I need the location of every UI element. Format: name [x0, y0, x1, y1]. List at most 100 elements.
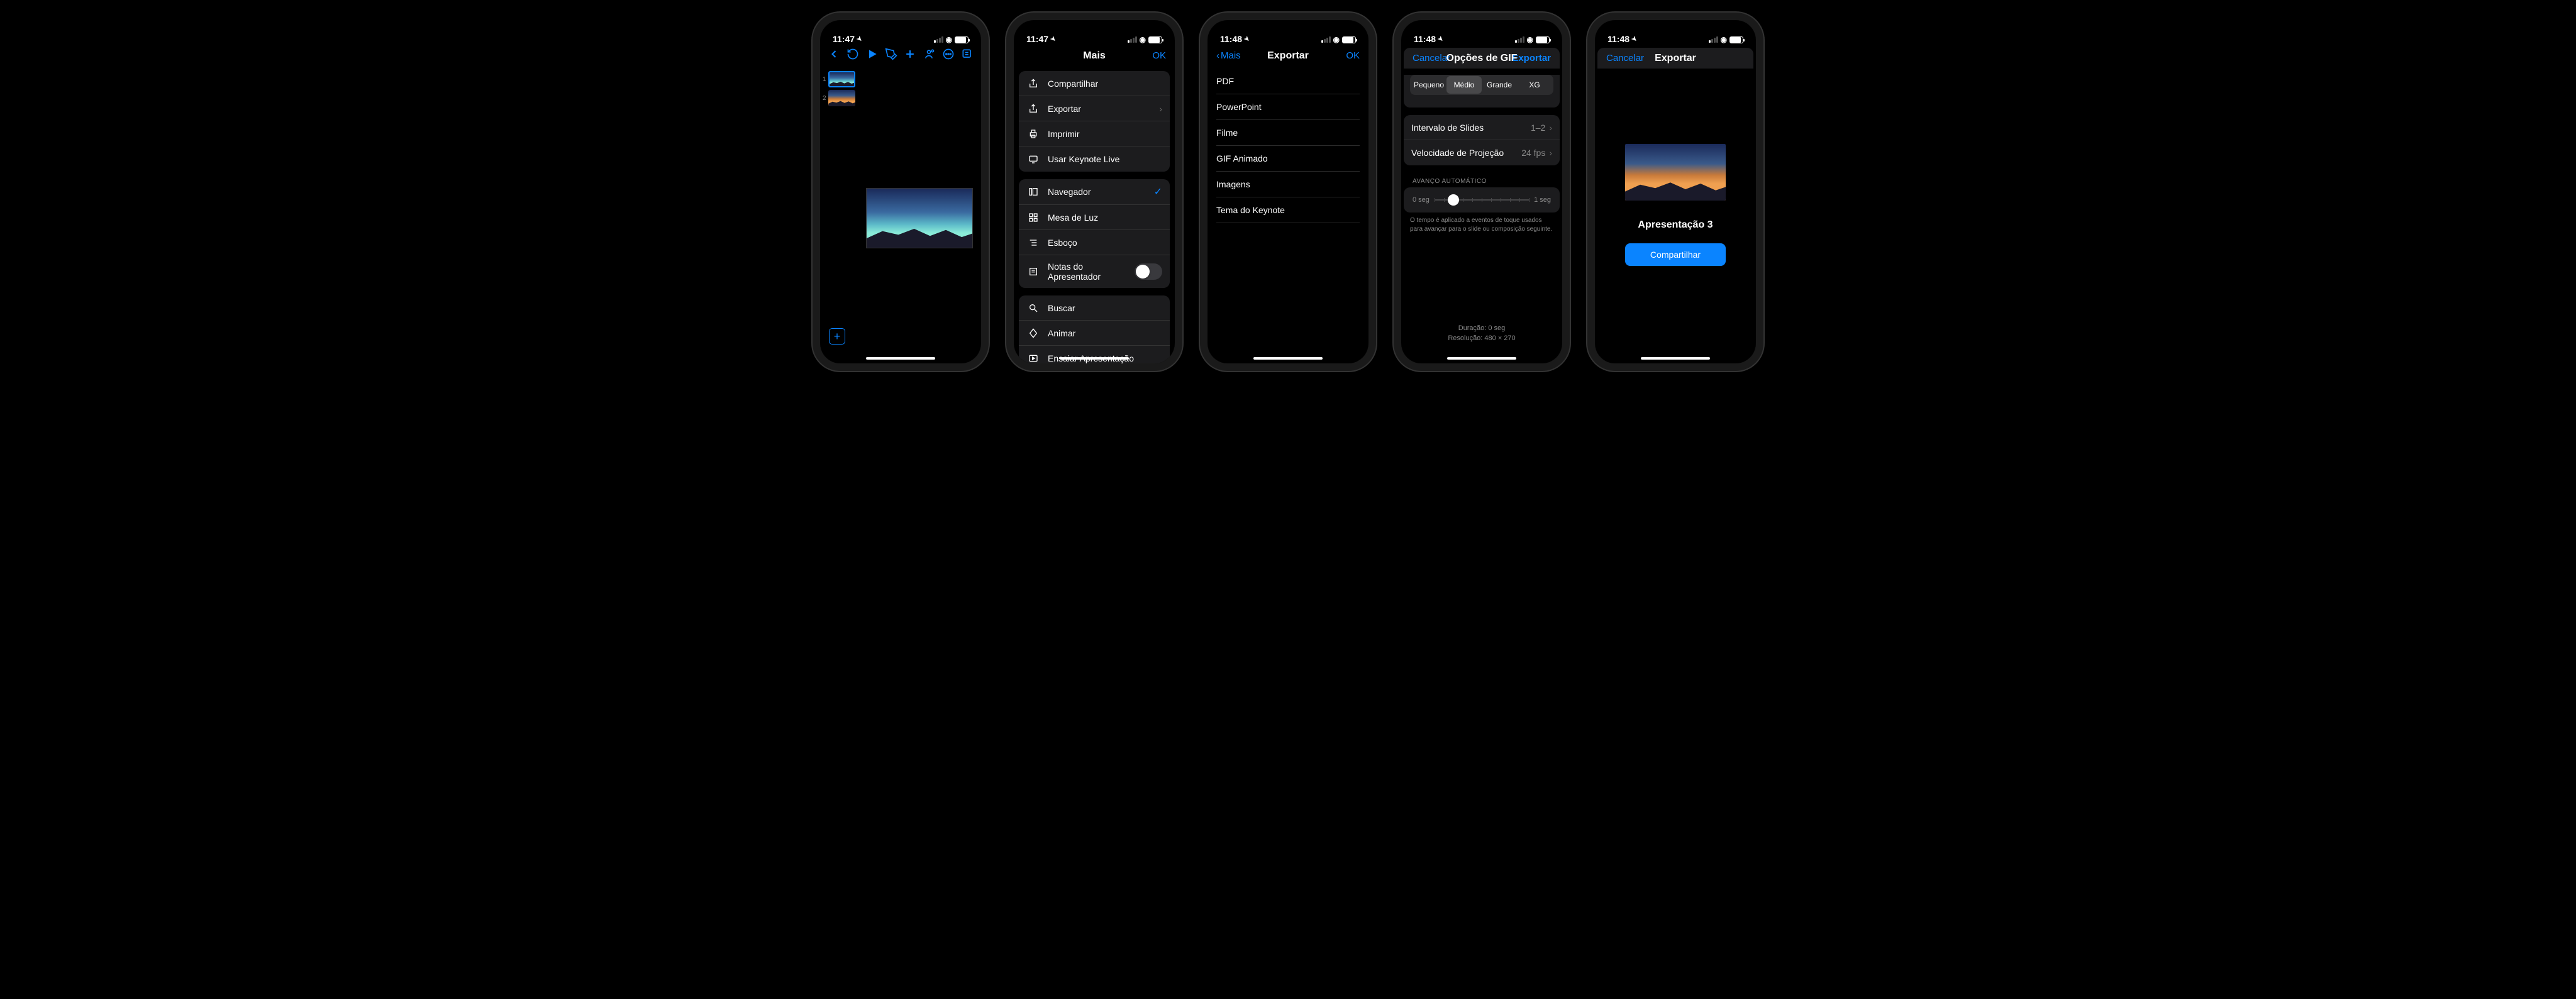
wifi-icon: ◉ [1721, 35, 1727, 44]
slide-navigator: 1 2 [820, 69, 858, 363]
location-icon: ➤ [1629, 35, 1638, 43]
chevron-left-icon: ‹ [1216, 50, 1219, 61]
search-row[interactable]: Buscar [1019, 295, 1170, 321]
frame-rate-row[interactable]: Velocidade de Projeção24 fps› [1404, 140, 1560, 165]
battery-icon [1342, 36, 1356, 43]
add-icon[interactable] [904, 48, 916, 63]
animate-row[interactable]: Animar [1019, 321, 1170, 346]
nav-title: Mais [1083, 50, 1106, 62]
signal-icon [934, 36, 943, 43]
slide-thumb-1[interactable]: 1 [823, 71, 855, 87]
home-indicator[interactable] [1641, 357, 1710, 360]
slide-range-row[interactable]: Intervalo de Slides1–2› [1404, 115, 1560, 140]
animate-icon [1026, 328, 1040, 338]
nav-title: Opções de GIF [1446, 53, 1518, 64]
add-slide-button[interactable]: + [829, 328, 845, 345]
size-xl[interactable]: XG [1517, 76, 1552, 94]
wifi-icon: ◉ [1140, 35, 1146, 44]
editor-toolbar [820, 45, 981, 69]
outline-row[interactable]: Esboço [1019, 230, 1170, 255]
size-medium[interactable]: Médio [1446, 76, 1482, 94]
nav-bar: ‹Mais Exportar OK [1208, 45, 1368, 66]
home-indicator[interactable] [1253, 357, 1323, 360]
signal-icon [1515, 36, 1524, 43]
export-pdf[interactable]: PDF [1216, 69, 1360, 94]
presenter-icon[interactable] [961, 48, 974, 63]
resolution-text: Resolução: 480 × 270 [1401, 334, 1562, 342]
share-icon [1026, 79, 1040, 89]
size-large[interactable]: Grande [1482, 76, 1517, 94]
notch [860, 20, 941, 35]
print-icon [1026, 129, 1040, 139]
phone-export-list: 11:48➤ ◉ ‹Mais Exportar OK PDF PowerPoin… [1200, 13, 1376, 371]
export-row[interactable]: Exportar› [1019, 96, 1170, 121]
undo-icon[interactable] [847, 48, 859, 63]
export-button[interactable]: Exportar [1512, 53, 1551, 63]
home-indicator[interactable] [866, 357, 935, 360]
chevron-right-icon: › [1159, 104, 1162, 114]
play-rect-icon [1026, 353, 1040, 363]
home-indicator[interactable] [1060, 357, 1129, 360]
navigator-row[interactable]: Navegador✓ [1019, 179, 1170, 205]
back-button[interactable]: ‹Mais [1216, 50, 1241, 61]
export-movie[interactable]: Filme [1216, 120, 1360, 146]
nav-bar: Cancelar Opções de GIF Exportar [1404, 48, 1560, 69]
status-right: ◉ [934, 35, 969, 44]
battery-icon [1536, 36, 1550, 43]
size-small[interactable]: Pequeno [1411, 76, 1446, 94]
chevron-right-icon: › [1549, 148, 1552, 158]
wifi-icon: ◉ [1333, 35, 1340, 44]
display-icon [1026, 154, 1040, 164]
back-icon[interactable] [828, 48, 840, 63]
phone-more-menu: 11:47➤ ◉ Mais OK Compartilhar Exportar› … [1006, 13, 1182, 371]
nav-title: Exportar [1267, 50, 1309, 62]
notch [1441, 20, 1523, 35]
auto-advance-hint: O tempo é aplicado a eventos de toque us… [1401, 212, 1562, 238]
export-theme[interactable]: Tema do Keynote [1216, 197, 1360, 223]
export-icon [1026, 104, 1040, 114]
cancel-button[interactable]: Cancelar [1413, 53, 1450, 63]
auto-advance-slider[interactable] [1435, 199, 1529, 201]
phone-editor: 11:47➤ ◉ 1 2 [813, 13, 989, 371]
light-table-row[interactable]: Mesa de Luz [1019, 205, 1170, 230]
signal-icon [1709, 36, 1718, 43]
slide-canvas[interactable] [858, 69, 981, 363]
status-time: 11:47 [1026, 34, 1048, 44]
auto-advance-header: AVANÇO AUTOMÁTICO [1401, 173, 1562, 187]
home-indicator[interactable] [1447, 357, 1516, 360]
status-time: 11:48 [1607, 34, 1629, 44]
collaborate-icon[interactable] [923, 48, 935, 63]
phone-export-share: 11:48➤ ◉ Cancelar Exportar Apresentação … [1587, 13, 1763, 371]
location-icon: ➤ [855, 35, 863, 43]
export-images[interactable]: Imagens [1216, 172, 1360, 197]
presenter-notes-toggle[interactable] [1135, 263, 1162, 280]
more-icon[interactable] [942, 48, 955, 63]
status-time: 11:48 [1414, 34, 1436, 44]
export-powerpoint[interactable]: PowerPoint [1216, 94, 1360, 120]
cancel-button[interactable]: Cancelar [1606, 53, 1644, 63]
location-icon: ➤ [1436, 35, 1445, 43]
play-icon[interactable] [866, 48, 879, 63]
slide-thumb-2[interactable]: 2 [823, 90, 855, 106]
ok-button[interactable]: OK [1152, 50, 1166, 61]
export-gif[interactable]: GIF Animado [1216, 146, 1360, 172]
brush-icon[interactable] [885, 48, 897, 63]
wifi-icon: ◉ [1527, 35, 1533, 44]
search-icon [1026, 303, 1040, 313]
signal-icon [1128, 36, 1137, 43]
rehearse-row[interactable]: Ensaiar Apresentação [1019, 346, 1170, 363]
signal-icon [1321, 36, 1331, 43]
ok-button[interactable]: OK [1346, 50, 1360, 61]
presenter-notes-row[interactable]: Notas do Apresentador [1019, 255, 1170, 288]
slide-number: 1 [823, 76, 828, 83]
nav-bar: Mais OK [1014, 45, 1175, 66]
keynote-live-row[interactable]: Usar Keynote Live [1019, 146, 1170, 172]
nav-bar: Cancelar Exportar [1597, 48, 1753, 69]
notes-icon [1026, 267, 1040, 277]
print-row[interactable]: Imprimir [1019, 121, 1170, 146]
share-button[interactable]: Compartilhar [1625, 243, 1726, 266]
share-row[interactable]: Compartilhar [1019, 71, 1170, 96]
status-time: 11:47 [833, 34, 855, 44]
slider-thumb[interactable] [1448, 194, 1459, 206]
size-segmented-control: Pequeno Médio Grande XG [1410, 75, 1553, 95]
